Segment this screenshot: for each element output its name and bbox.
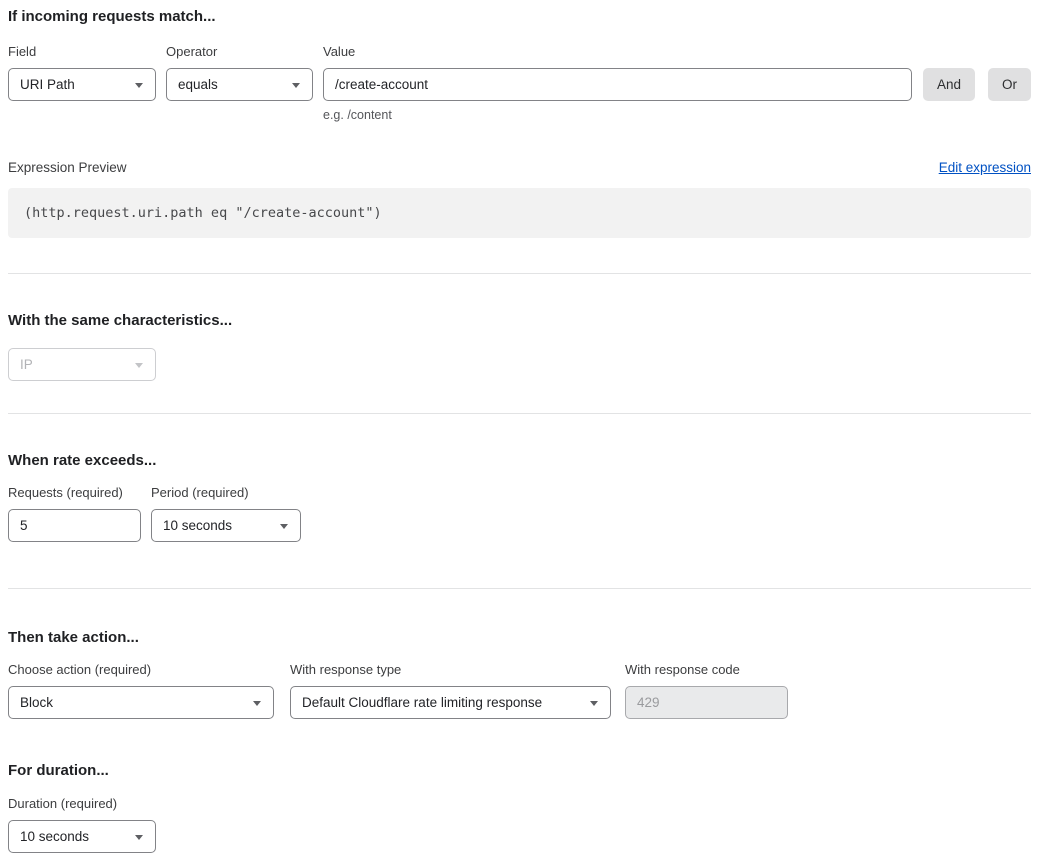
rate-controls-row: Requests (required) Period (required) 10… bbox=[8, 485, 1031, 542]
or-button[interactable]: Or bbox=[988, 68, 1031, 101]
period-column: Period (required) 10 seconds bbox=[151, 485, 301, 542]
operator-select-value: equals bbox=[178, 77, 218, 92]
expression-preview-code: (http.request.uri.path eq "/create-accou… bbox=[8, 188, 1031, 238]
field-label: Field bbox=[8, 44, 156, 59]
section-divider bbox=[8, 413, 1031, 414]
period-select-value: 10 seconds bbox=[163, 518, 232, 533]
operator-label: Operator bbox=[166, 44, 313, 59]
chevron-down-icon bbox=[292, 83, 300, 88]
value-column: Value e.g. /content bbox=[323, 44, 912, 122]
response-code-input bbox=[625, 686, 788, 719]
rate-section-title: When rate exceeds... bbox=[8, 452, 1031, 470]
characteristics-section: With the same characteristics... IP bbox=[8, 312, 1031, 381]
match-section-title: If incoming requests match... bbox=[8, 8, 1031, 26]
chevron-down-icon bbox=[590, 701, 598, 706]
expression-preview-header: Expression Preview Edit expression bbox=[8, 160, 1031, 175]
field-select-value: URI Path bbox=[20, 77, 75, 92]
duration-section-title: For duration... bbox=[8, 762, 1031, 780]
edit-expression-link[interactable]: Edit expression bbox=[939, 160, 1031, 175]
and-or-buttons: And Or bbox=[923, 68, 1031, 101]
rate-section: When rate exceeds... Requests (required)… bbox=[8, 452, 1031, 542]
section-divider bbox=[8, 588, 1031, 589]
characteristic-select: IP bbox=[8, 348, 156, 381]
choose-action-select-value: Block bbox=[20, 695, 53, 710]
duration-section: For duration... Duration (required) 10 s… bbox=[8, 762, 1031, 853]
response-type-column: With response type Default Cloudflare ra… bbox=[290, 662, 611, 719]
duration-select[interactable]: 10 seconds bbox=[8, 820, 156, 853]
response-type-select[interactable]: Default Cloudflare rate limiting respons… bbox=[290, 686, 611, 719]
value-hint: e.g. /content bbox=[323, 108, 912, 122]
characteristics-section-title: With the same characteristics... bbox=[8, 312, 1031, 330]
value-label: Value bbox=[323, 44, 912, 59]
choose-action-label: Choose action (required) bbox=[8, 662, 274, 677]
chevron-down-icon bbox=[135, 363, 143, 368]
response-type-select-value: Default Cloudflare rate limiting respons… bbox=[302, 695, 542, 710]
and-button[interactable]: And bbox=[923, 68, 975, 101]
choose-action-column: Choose action (required) Block bbox=[8, 662, 274, 719]
requests-column: Requests (required) bbox=[8, 485, 141, 542]
expression-preview-label: Expression Preview bbox=[8, 160, 127, 175]
action-controls-row: Choose action (required) Block With resp… bbox=[8, 662, 1031, 719]
response-code-column: With response code bbox=[625, 662, 788, 719]
chevron-down-icon bbox=[135, 83, 143, 88]
chevron-down-icon bbox=[253, 701, 261, 706]
action-section: Then take action... Choose action (requi… bbox=[8, 629, 1031, 719]
response-code-label: With response code bbox=[625, 662, 788, 677]
field-select[interactable]: URI Path bbox=[8, 68, 156, 101]
match-section: If incoming requests match... Field URI … bbox=[8, 8, 1031, 238]
requests-label: Requests (required) bbox=[8, 485, 141, 500]
duration-label: Duration (required) bbox=[8, 796, 1031, 811]
period-select[interactable]: 10 seconds bbox=[151, 509, 301, 542]
field-column: Field URI Path bbox=[8, 44, 156, 101]
value-input[interactable] bbox=[323, 68, 912, 101]
characteristic-select-value: IP bbox=[20, 357, 33, 372]
chevron-down-icon bbox=[135, 835, 143, 840]
period-label: Period (required) bbox=[151, 485, 301, 500]
response-type-label: With response type bbox=[290, 662, 611, 677]
match-controls-row: Field URI Path Operator equals Value e.g… bbox=[8, 44, 1031, 122]
choose-action-select[interactable]: Block bbox=[8, 686, 274, 719]
operator-column: Operator equals bbox=[166, 44, 313, 101]
section-divider bbox=[8, 273, 1031, 274]
operator-select[interactable]: equals bbox=[166, 68, 313, 101]
action-section-title: Then take action... bbox=[8, 629, 1031, 647]
requests-input[interactable] bbox=[8, 509, 141, 542]
chevron-down-icon bbox=[280, 524, 288, 529]
